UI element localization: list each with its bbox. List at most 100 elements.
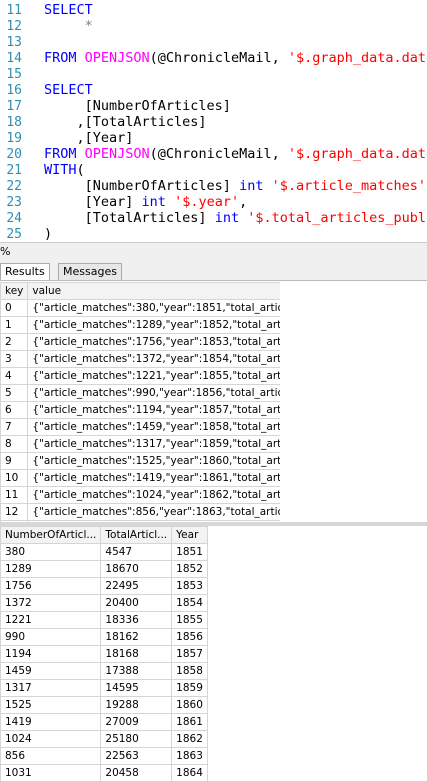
table-cell[interactable]: {"article_matches":1289,"year":1852,"tot… bbox=[27, 316, 280, 334]
table-row[interactable]: 1194 18168 1857 bbox=[0, 645, 208, 663]
table-cell[interactable]: 20458 bbox=[100, 764, 173, 781]
table-cell[interactable]: 1317 bbox=[0, 679, 102, 697]
table-cell[interactable]: {"article_matches":1419,"year":1861,"tot… bbox=[27, 469, 280, 487]
table-row[interactable]: 12 {"article_matches":856,"year":1863,"to… bbox=[0, 503, 280, 521]
table-row[interactable]: 11 {"article_matches":1024,"year":1862,"t… bbox=[0, 486, 280, 504]
zoom-level[interactable]: % bbox=[0, 245, 10, 258]
table-row[interactable]: 0 {"article_matches":380,"year":1851,"tot… bbox=[0, 299, 280, 317]
table-cell[interactable]: 1853 bbox=[171, 577, 208, 595]
table-cell[interactable]: 856 bbox=[0, 747, 102, 765]
table-row[interactable]: 4 {"article_matches":1221,"year":1855,"to… bbox=[0, 367, 280, 385]
table-cell[interactable]: 1024 bbox=[0, 730, 102, 748]
table-row[interactable]: 990 18162 1856 bbox=[0, 628, 208, 646]
table-cell[interactable]: 1194 bbox=[0, 645, 102, 663]
results-grid-2[interactable]: NumberOfArticl... TotalArticl... Year 380 45… bbox=[0, 526, 280, 781]
table-cell[interactable]: 1860 bbox=[171, 696, 208, 714]
table-cell[interactable]: {"article_matches":1525,"year":1860,"tot… bbox=[27, 452, 280, 470]
table-cell[interactable]: 3 bbox=[0, 350, 29, 368]
table-cell[interactable]: 1859 bbox=[171, 679, 208, 697]
table-cell[interactable]: 1221 bbox=[0, 611, 102, 629]
table-row[interactable]: 9 {"article_matches":1525,"year":1860,"to… bbox=[0, 452, 280, 470]
table-cell[interactable]: 18168 bbox=[100, 645, 173, 663]
results-grid-1[interactable]: keyvaluetype0{"article_matches":380,"yea… bbox=[0, 282, 280, 522]
table-cell[interactable]: 1857 bbox=[171, 645, 208, 663]
table-cell[interactable]: 1 bbox=[0, 316, 29, 334]
table-cell[interactable]: 1858 bbox=[171, 662, 208, 680]
column-header[interactable]: Year bbox=[171, 526, 208, 544]
table-cell[interactable]: 1372 bbox=[0, 594, 102, 612]
table-cell[interactable]: 10 bbox=[0, 469, 29, 487]
table-cell[interactable]: 4 bbox=[0, 367, 29, 385]
table-cell[interactable]: {"article_matches":1221,"year":1855,"tot… bbox=[27, 367, 280, 385]
table-cell[interactable]: 11 bbox=[0, 486, 29, 504]
table-cell[interactable]: 8 bbox=[0, 435, 29, 453]
table-cell[interactable]: 1864 bbox=[171, 764, 208, 781]
table-cell[interactable]: 1419 bbox=[0, 713, 102, 731]
table-cell[interactable]: 17388 bbox=[100, 662, 173, 680]
table-row[interactable]: 1372 20400 1854 bbox=[0, 594, 208, 612]
table-cell[interactable]: 12 bbox=[0, 503, 29, 521]
table-cell[interactable]: 1525 bbox=[0, 696, 102, 714]
table-cell[interactable]: 2 bbox=[0, 333, 29, 351]
table-cell[interactable]: {"article_matches":990,"year":1856,"tota… bbox=[27, 384, 280, 402]
column-header[interactable]: key bbox=[0, 282, 29, 300]
table-cell[interactable]: {"article_matches":1317,"year":1859,"tot… bbox=[27, 435, 280, 453]
table-row[interactable]: 1221 18336 1855 bbox=[0, 611, 208, 629]
tab-messages[interactable]: Messages bbox=[58, 263, 122, 280]
table-row[interactable]: 7 {"article_matches":1459,"year":1858,"to… bbox=[0, 418, 280, 436]
table-cell[interactable]: 0 bbox=[0, 299, 29, 317]
sql-editor[interactable]: 11 SELECT 12 * 13 14 FROM OPENJSON(@Chronicle… bbox=[0, 0, 427, 260]
table-cell[interactable]: 19288 bbox=[100, 696, 173, 714]
tab-results[interactable]: Results bbox=[0, 263, 50, 280]
table-row[interactable]: 1289 18670 1852 bbox=[0, 560, 208, 578]
table-cell[interactable]: 18336 bbox=[100, 611, 173, 629]
column-header[interactable]: value bbox=[27, 282, 280, 300]
table-cell[interactable]: 1863 bbox=[171, 747, 208, 765]
table-cell[interactable]: 1851 bbox=[171, 543, 208, 561]
column-header[interactable]: NumberOfArticl... bbox=[0, 526, 102, 544]
table-cell[interactable]: 4547 bbox=[100, 543, 173, 561]
table-row[interactable]: 1525 19288 1860 bbox=[0, 696, 208, 714]
table-cell[interactable]: 14595 bbox=[100, 679, 173, 697]
table-cell[interactable]: 380 bbox=[0, 543, 102, 561]
table-cell[interactable]: {"article_matches":1024,"year":1862,"tot… bbox=[27, 486, 280, 504]
table-row[interactable]: 10 {"article_matches":1419,"year":1861,"t… bbox=[0, 469, 280, 487]
table-cell[interactable]: 1862 bbox=[171, 730, 208, 748]
table-cell[interactable]: 1459 bbox=[0, 662, 102, 680]
table-row[interactable]: 856 22563 1863 bbox=[0, 747, 208, 765]
table-row[interactable]: 1419 27009 1861 bbox=[0, 713, 208, 731]
table-cell[interactable]: 9 bbox=[0, 452, 29, 470]
table-cell[interactable]: {"article_matches":1459,"year":1858,"tot… bbox=[27, 418, 280, 436]
table-row[interactable]: 1756 22495 1853 bbox=[0, 577, 208, 595]
table-cell[interactable]: 18162 bbox=[100, 628, 173, 646]
table-row[interactable]: 1317 14595 1859 bbox=[0, 679, 208, 697]
table-row[interactable]: 380 4547 1851 bbox=[0, 543, 208, 561]
table-row[interactable]: 5 {"article_matches":990,"year":1856,"tot… bbox=[0, 384, 280, 402]
table-cell[interactable]: {"article_matches":1372,"year":1854,"tot… bbox=[27, 350, 280, 368]
table-cell[interactable]: {"article_matches":380,"year":1851,"tota… bbox=[27, 299, 280, 317]
table-cell[interactable]: {"article_matches":856,"year":1863,"tota… bbox=[27, 503, 280, 521]
table-row[interactable]: 1459 17388 1858 bbox=[0, 662, 208, 680]
table-row[interactable]: 1024 25180 1862 bbox=[0, 730, 208, 748]
table-cell[interactable]: 22495 bbox=[100, 577, 173, 595]
table-row[interactable]: 1031 20458 1864 bbox=[0, 764, 208, 781]
table-row[interactable]: 8 {"article_matches":1317,"year":1859,"to… bbox=[0, 435, 280, 453]
table-cell[interactable]: 1855 bbox=[171, 611, 208, 629]
table-row[interactable]: 3 {"article_matches":1372,"year":1854,"to… bbox=[0, 350, 280, 368]
table-cell[interactable]: 6 bbox=[0, 401, 29, 419]
table-cell[interactable]: 20400 bbox=[100, 594, 173, 612]
table-cell[interactable]: {"article_matches":1756,"year":1853,"tot… bbox=[27, 333, 280, 351]
table-cell[interactable]: 18670 bbox=[100, 560, 173, 578]
table-row[interactable]: 6 {"article_matches":1194,"year":1857,"to… bbox=[0, 401, 280, 419]
table-row[interactable]: 1 {"article_matches":1289,"year":1852,"to… bbox=[0, 316, 280, 334]
table-cell[interactable]: {"article_matches":1194,"year":1857,"tot… bbox=[27, 401, 280, 419]
column-header[interactable]: TotalArticl... bbox=[100, 526, 173, 544]
table-row[interactable]: 2 {"article_matches":1756,"year":1853,"to… bbox=[0, 333, 280, 351]
table-cell[interactable]: 5 bbox=[0, 384, 29, 402]
table-cell[interactable]: 990 bbox=[0, 628, 102, 646]
table-cell[interactable]: 7 bbox=[0, 418, 29, 436]
table-cell[interactable]: 27009 bbox=[100, 713, 173, 731]
table-cell[interactable]: 1756 bbox=[0, 577, 102, 595]
table-cell[interactable]: 25180 bbox=[100, 730, 173, 748]
table-cell[interactable]: 1289 bbox=[0, 560, 102, 578]
